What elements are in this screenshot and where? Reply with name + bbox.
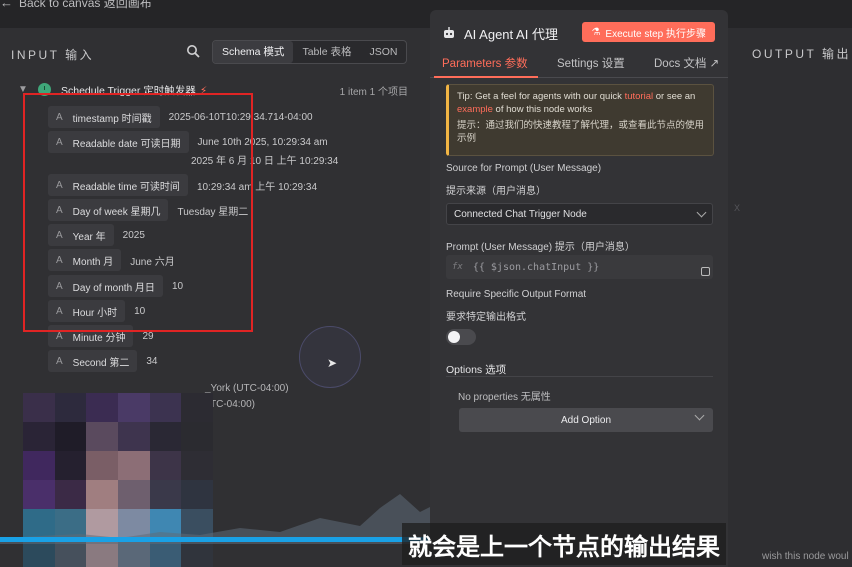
timezone-value: TC-04:00) — [210, 399, 256, 410]
input-header: INPUT 输入 Schema 模式 Table 表格 JSON — [0, 40, 420, 66]
field-key[interactable]: A Second 第二 — [48, 350, 138, 372]
require-format-label-zh: 要求特定输出格式 — [446, 312, 526, 323]
background-caption: wish this node woul — [762, 551, 849, 562]
chevron-down-icon — [696, 207, 707, 217]
back-to-canvas-link[interactable]: ← Back to canvas 返回画布 — [0, 0, 152, 11]
chevron-down-icon — [694, 410, 705, 421]
prompt-expression-value: {{ $json.chatInput }} — [472, 261, 600, 273]
expand-editor-icon[interactable] — [701, 267, 710, 276]
execute-step-label: Execute step 执行步骤 — [605, 28, 706, 40]
output-title: OUTPUT 输出 — [752, 47, 851, 61]
tab-parameters[interactable]: Parameters 参数 — [442, 55, 528, 71]
example-link[interactable]: example — [457, 104, 493, 115]
input-title: INPUT 输入 — [11, 48, 95, 62]
execute-step-button[interactable]: ⚗ Execute step 执行步骤 — [582, 22, 715, 42]
external-link-icon: ↗ — [706, 58, 720, 70]
fx-icon: fx — [452, 262, 463, 272]
require-format-label: Require Specific Output Format — [446, 289, 587, 300]
tip-callout: Tip: Get a feel for agents with our quic… — [446, 84, 714, 156]
video-subtitle: 就会是上一个节点的输出结果 — [402, 523, 726, 565]
back-arrow-icon: ← — [0, 0, 13, 10]
source-label-zh: 提示来源（用户消息） — [446, 186, 546, 197]
view-mode-toggle: Schema 模式 Table 表格 JSON — [212, 40, 408, 64]
string-type-icon: A — [56, 330, 63, 342]
search-icon[interactable] — [186, 44, 200, 58]
prompt-label: Prompt (User Message) 提示（用户消息） — [446, 242, 635, 253]
output-edge-glyph: X — [734, 203, 741, 213]
view-schema[interactable]: Schema 模式 — [213, 41, 294, 63]
field-value: 29 — [142, 330, 154, 342]
field-row[interactable]: A Second 第二 34 — [48, 350, 158, 372]
view-table[interactable]: Table 表格 — [293, 41, 360, 63]
flask-icon: ⚗ — [591, 26, 601, 38]
agent-title: AI Agent AI 代理 — [464, 26, 558, 42]
output-panel: X — [728, 28, 852, 567]
timezone-value: _York (UTC-04:00) — [205, 383, 289, 394]
tutorial-link[interactable]: tutorial — [625, 91, 654, 102]
tab-settings[interactable]: Settings 设置 — [557, 55, 625, 71]
string-type-icon: A — [56, 355, 63, 367]
prompt-source-value: Connected Chat Trigger Node — [454, 208, 587, 220]
prompt-expression-field[interactable]: fx {{ $json.chatInput }} — [446, 255, 713, 279]
agent-header: AI Agent AI 代理 — [442, 22, 558, 44]
robot-icon — [444, 27, 454, 38]
back-label: Back to canvas 返回画布 — [19, 0, 152, 10]
field-value: 34 — [146, 355, 158, 367]
require-format-toggle[interactable] — [446, 329, 476, 345]
add-option-label: Add Option — [560, 414, 612, 426]
highlight-box — [23, 93, 253, 332]
add-option-button[interactable]: Add Option — [459, 408, 713, 432]
toggle-knob — [448, 331, 460, 343]
item-count: 1 item 1 个项目 — [339, 87, 408, 98]
tip-text-zh: 提示：通过我们的快速教程了解代理，或查看此节点的使用示例 — [457, 120, 705, 144]
tip-text: Tip: Get a feel for agents with our quic… — [457, 91, 696, 115]
prompt-source-select[interactable]: Connected Chat Trigger Node — [446, 203, 713, 225]
ai-agent-panel: AI Agent AI 代理 ⚗ Execute step 执行步骤 Param… — [430, 10, 728, 567]
view-json[interactable]: JSON — [360, 41, 406, 63]
no-properties-text: No properties 无属性 — [458, 392, 551, 403]
mouse-cursor-icon: ➤ — [327, 356, 338, 370]
agent-tabs: Parameters 参数 Settings 设置 Docs 文档 ↗ — [430, 52, 728, 78]
active-tab-indicator — [434, 76, 538, 78]
source-label: Source for Prompt (User Message) — [446, 163, 602, 174]
options-title: Options 选项 — [446, 364, 507, 376]
tab-docs[interactable]: Docs 文档 ↗ — [654, 55, 719, 71]
